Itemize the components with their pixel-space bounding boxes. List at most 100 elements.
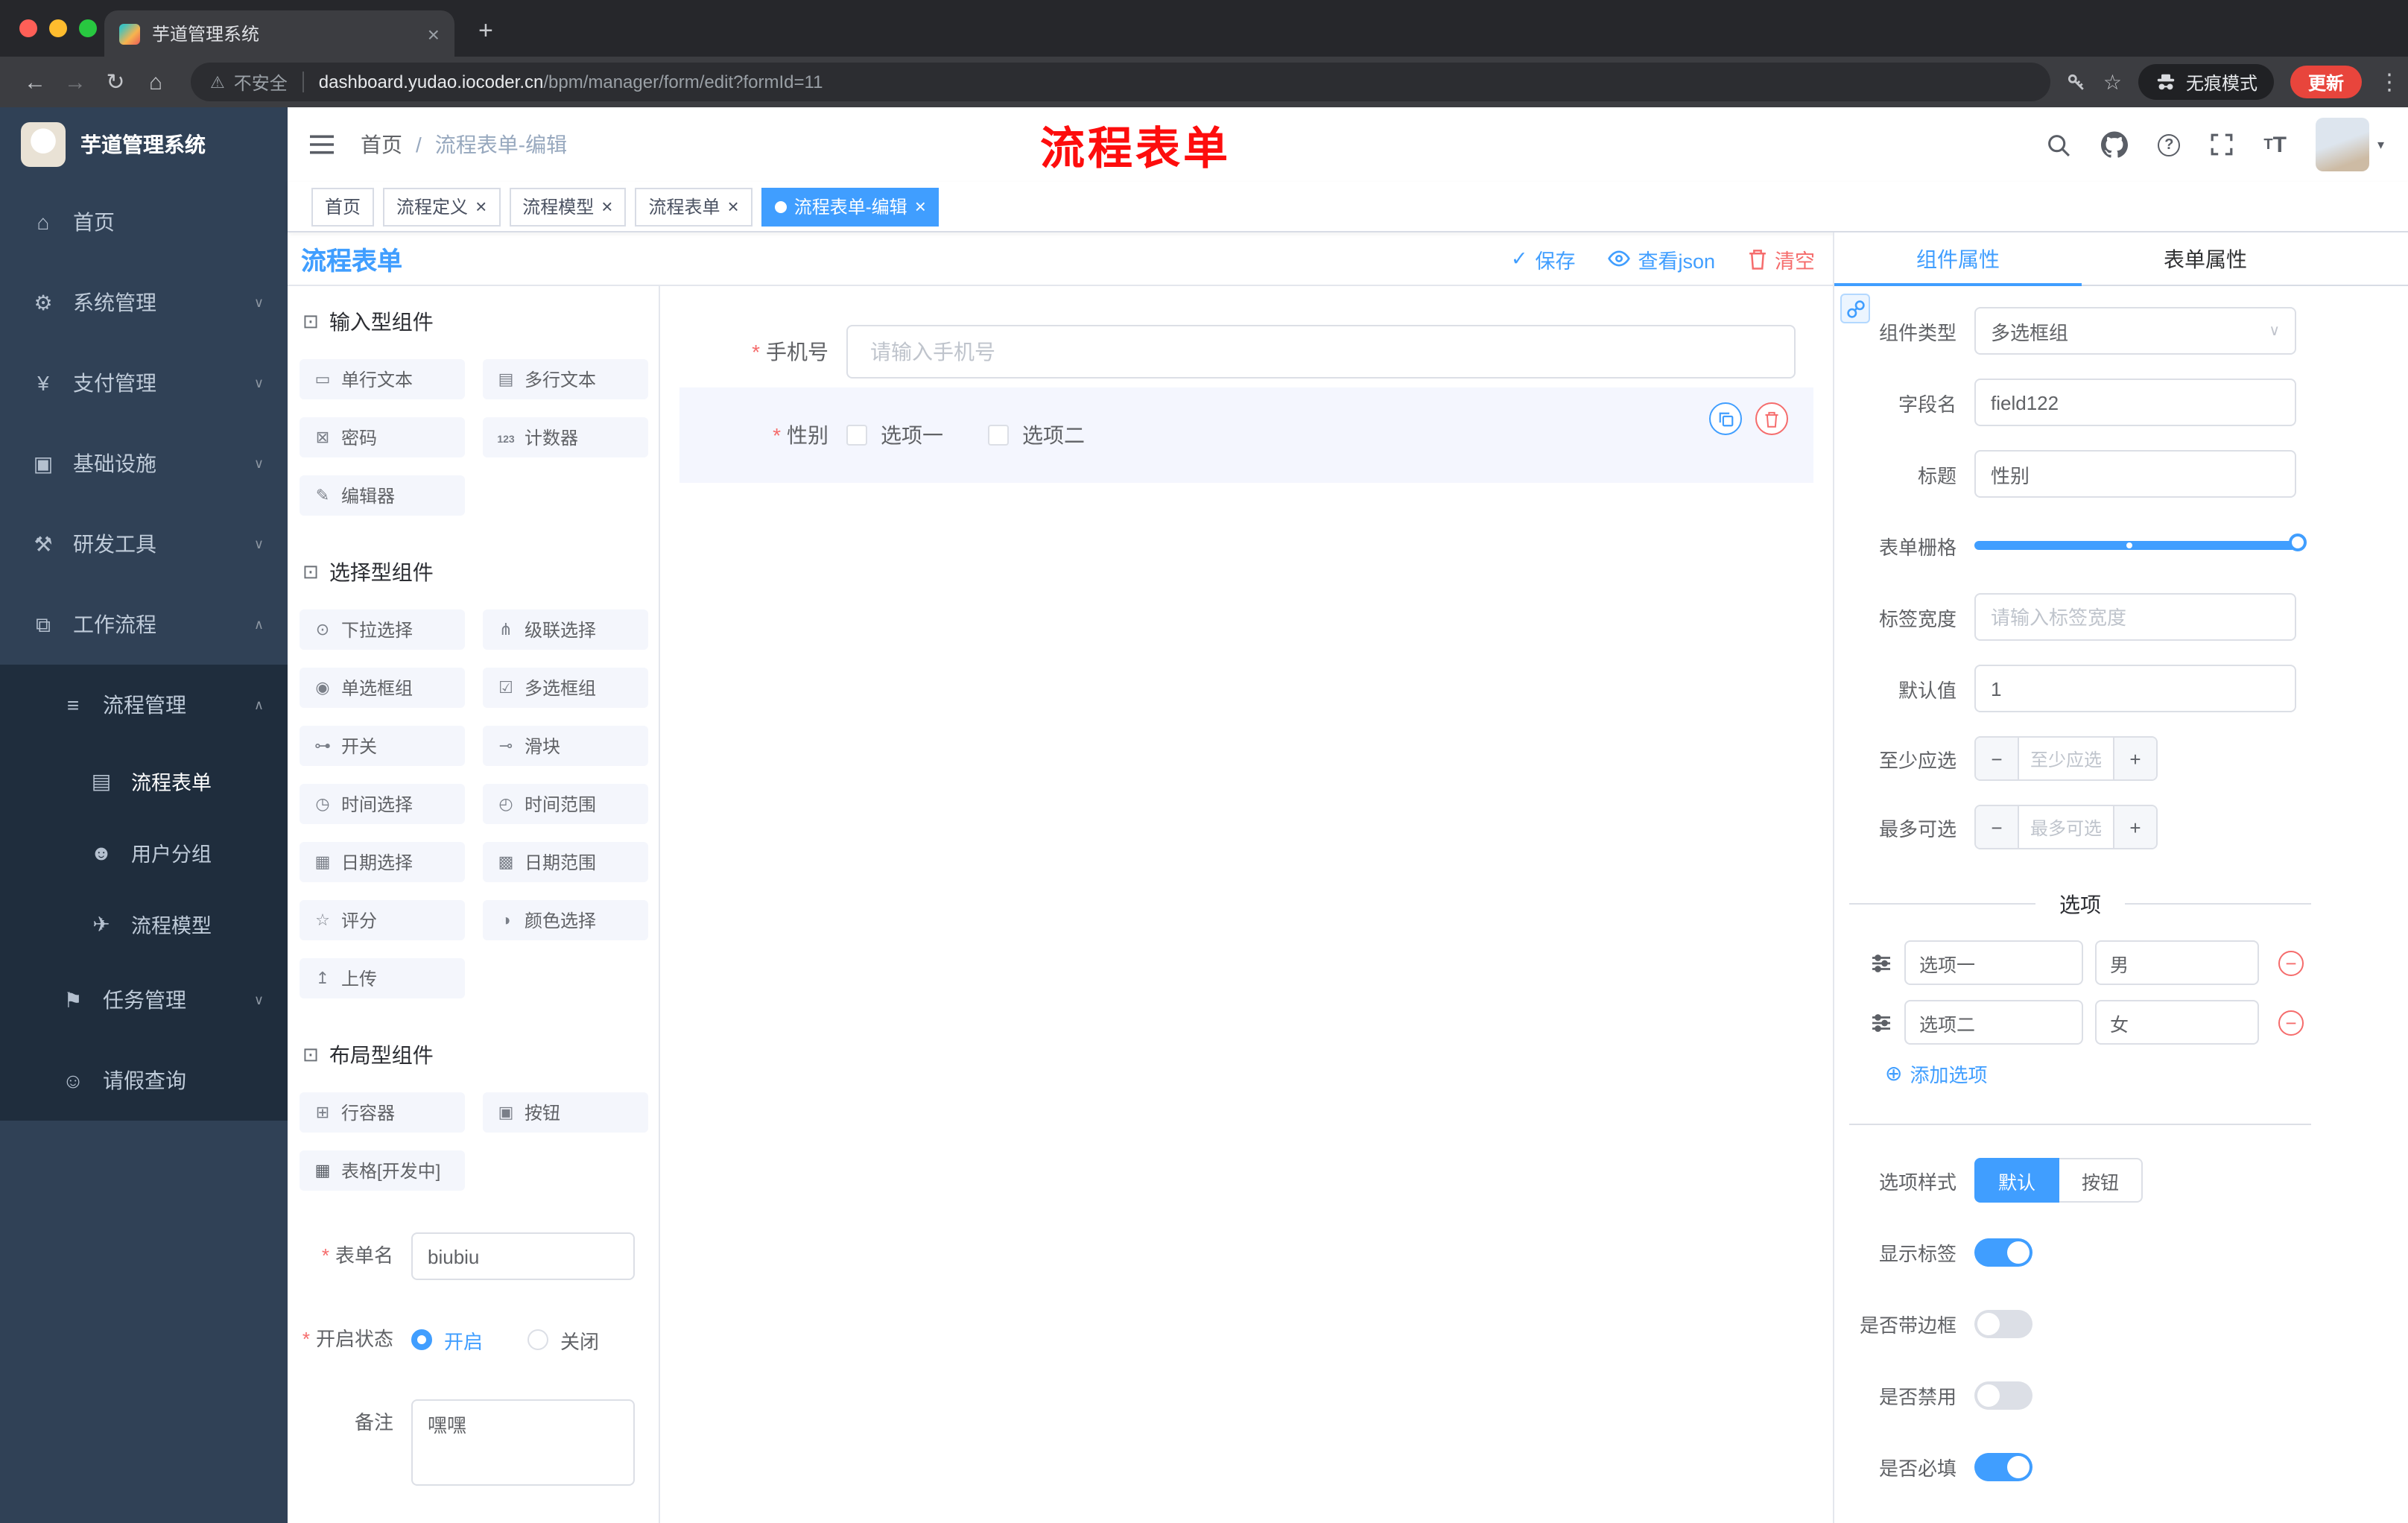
disabled-toggle[interactable] bbox=[1974, 1381, 2032, 1410]
palette-item-date-range[interactable]: 日期范围 bbox=[483, 842, 648, 882]
palette-item-select[interactable]: 下拉选择 bbox=[300, 609, 465, 650]
sidebar-logo[interactable]: 芋道管理系统 bbox=[0, 107, 288, 182]
canvas-field-gender[interactable]: 性别 选项一 选项二 bbox=[679, 387, 1813, 483]
slider-track[interactable] bbox=[1974, 533, 2307, 551]
clear-button[interactable]: 清空 bbox=[1748, 244, 1815, 273]
palette-item-color-picker[interactable]: 颜色选择 bbox=[483, 900, 648, 940]
palette-item-upload[interactable]: 上传 bbox=[300, 958, 465, 998]
palette-item-time-range[interactable]: 时间范围 bbox=[483, 784, 648, 824]
sidebar-item-process-manage[interactable]: 流程管理 ∧ bbox=[0, 665, 288, 745]
search-icon[interactable] bbox=[2046, 132, 2071, 157]
palette-item-date-picker[interactable]: 日期选择 bbox=[300, 842, 465, 882]
checkbox-icon[interactable] bbox=[846, 425, 867, 446]
drag-handle-icon[interactable] bbox=[1870, 952, 1892, 974]
title-input[interactable] bbox=[1974, 450, 2296, 498]
breadcrumb-home[interactable]: 首页 bbox=[361, 130, 402, 159]
sidebar-item-process-model[interactable]: 流程模型 bbox=[0, 888, 288, 960]
sidebar-item-process-form[interactable]: 流程表单 bbox=[0, 745, 288, 817]
add-option-button[interactable]: ⊕ 添加选项 bbox=[1885, 1060, 2311, 1088]
browser-tab[interactable]: 芋道管理系统 × bbox=[104, 10, 454, 57]
min-select-value[interactable]: 至少应选 bbox=[2019, 738, 2113, 779]
decrement-button[interactable]: − bbox=[1976, 806, 2019, 848]
hamburger-icon[interactable] bbox=[308, 133, 335, 156]
form-name-input[interactable] bbox=[411, 1232, 635, 1280]
decrement-button[interactable]: − bbox=[1976, 738, 2019, 779]
checkbox-option-2[interactable]: 选项二 bbox=[988, 420, 1085, 450]
help-icon[interactable]: ? bbox=[2158, 133, 2181, 156]
checkbox-icon[interactable] bbox=[988, 425, 1009, 446]
palette-item-rate[interactable]: 评分 bbox=[300, 900, 465, 940]
palette-item-cascader[interactable]: 级联选择 bbox=[483, 609, 648, 650]
tab-form-props[interactable]: 表单属性 bbox=[2082, 232, 2329, 285]
tag-close-icon[interactable]: × bbox=[915, 197, 926, 216]
tag-process-definition[interactable]: 流程定义 × bbox=[383, 187, 501, 226]
copy-component-button[interactable] bbox=[1709, 402, 1742, 435]
field-name-input[interactable] bbox=[1974, 379, 2296, 426]
style-default-button[interactable]: 默认 bbox=[1974, 1158, 2060, 1203]
sidebar-item-home[interactable]: 首页 bbox=[0, 182, 288, 262]
address-bar[interactable]: ⚠ 不安全 dashboard.yudao.iocoder.cn /bpm/ma… bbox=[191, 63, 2051, 101]
option-value-input[interactable] bbox=[2095, 940, 2259, 985]
sidebar-item-user-group[interactable]: 用户分组 bbox=[0, 817, 288, 888]
palette-item-counter[interactable]: 计数器 bbox=[483, 417, 648, 457]
tag-process-form[interactable]: 流程表单 × bbox=[635, 187, 752, 226]
form-canvas[interactable]: 手机号 bbox=[660, 286, 1833, 1523]
fullscreen-icon[interactable] bbox=[2210, 133, 2234, 156]
new-tab-button[interactable]: + bbox=[478, 16, 493, 46]
palette-item-password[interactable]: 密码 bbox=[300, 417, 465, 457]
security-label[interactable]: 不安全 bbox=[234, 69, 288, 95]
grid-slider[interactable] bbox=[1974, 522, 2307, 569]
slider-handle[interactable] bbox=[2289, 533, 2307, 551]
panel-link-icon[interactable] bbox=[1840, 294, 1870, 323]
sidebar-item-infra[interactable]: 基础设施 ∨ bbox=[0, 423, 288, 504]
close-window-button[interactable] bbox=[19, 19, 37, 37]
delete-component-button[interactable] bbox=[1755, 402, 1788, 435]
canvas-field-phone[interactable]: 手机号 bbox=[679, 325, 1813, 379]
required-toggle[interactable] bbox=[1974, 1453, 2032, 1481]
tag-process-form-edit[interactable]: 流程表单-编辑 × bbox=[761, 187, 940, 226]
drag-handle-icon[interactable] bbox=[1870, 1011, 1892, 1033]
option-label-input[interactable] bbox=[1904, 1000, 2083, 1045]
update-button[interactable]: 更新 bbox=[2290, 66, 2362, 98]
font-size-icon[interactable]: TT bbox=[2263, 132, 2287, 157]
tag-close-icon[interactable]: × bbox=[601, 197, 612, 216]
increment-button[interactable]: + bbox=[2113, 806, 2156, 848]
sidebar-item-devtools[interactable]: 研发工具 ∨ bbox=[0, 504, 288, 584]
tag-process-model[interactable]: 流程模型 × bbox=[509, 187, 627, 226]
remove-option-button[interactable]: − bbox=[2278, 1010, 2304, 1035]
palette-item-time-picker[interactable]: 时间选择 bbox=[300, 784, 465, 824]
github-icon[interactable] bbox=[2101, 131, 2129, 158]
remove-option-button[interactable]: − bbox=[2278, 950, 2304, 975]
sidebar-item-payment[interactable]: 支付管理 ∨ bbox=[0, 343, 288, 423]
reload-icon[interactable]: ↻ bbox=[95, 69, 136, 95]
view-json-button[interactable]: 查看json bbox=[1608, 244, 1715, 273]
palette-item-switch[interactable]: 开关 bbox=[300, 726, 465, 766]
default-value-input[interactable] bbox=[1974, 665, 2296, 712]
palette-item-radio-group[interactable]: 单选框组 bbox=[300, 668, 465, 708]
radio-open[interactable]: 开启 bbox=[411, 1326, 483, 1354]
minimize-window-button[interactable] bbox=[49, 19, 67, 37]
back-icon[interactable]: ← bbox=[15, 69, 55, 95]
palette-item-text-input[interactable]: 单行文本 bbox=[300, 359, 465, 399]
palette-item-row-container[interactable]: 行容器 bbox=[300, 1092, 465, 1133]
checkbox-option-1[interactable]: 选项一 bbox=[846, 420, 943, 450]
palette-item-table[interactable]: 表格[开发中] bbox=[300, 1150, 465, 1191]
avatar[interactable] bbox=[2316, 118, 2370, 171]
home-icon[interactable]: ⌂ bbox=[136, 69, 176, 95]
label-width-input[interactable] bbox=[1974, 593, 2296, 641]
palette-item-slider[interactable]: 滑块 bbox=[483, 726, 648, 766]
option-value-input[interactable] bbox=[2095, 1000, 2259, 1045]
tab-component-props[interactable]: 组件属性 bbox=[1834, 232, 2082, 286]
tab-close-icon[interactable]: × bbox=[428, 23, 440, 44]
sidebar-item-leave-query[interactable]: 请假查询 bbox=[0, 1040, 288, 1121]
palette-item-checkbox-group[interactable]: 多选框组 bbox=[483, 668, 648, 708]
increment-button[interactable]: + bbox=[2113, 738, 2156, 779]
phone-input[interactable] bbox=[846, 325, 1796, 379]
key-icon[interactable] bbox=[2066, 72, 2087, 92]
bookm​ark-star-icon[interactable]: ☆ bbox=[2103, 69, 2122, 95]
save-button[interactable]: ✓ 保存 bbox=[1511, 244, 1576, 273]
zoom-window-button[interactable] bbox=[79, 19, 97, 37]
form-remark-textarea[interactable]: 嘿嘿 bbox=[411, 1399, 635, 1486]
option-label-input[interactable] bbox=[1904, 940, 2083, 985]
tag-home[interactable]: 首页 bbox=[311, 187, 375, 226]
